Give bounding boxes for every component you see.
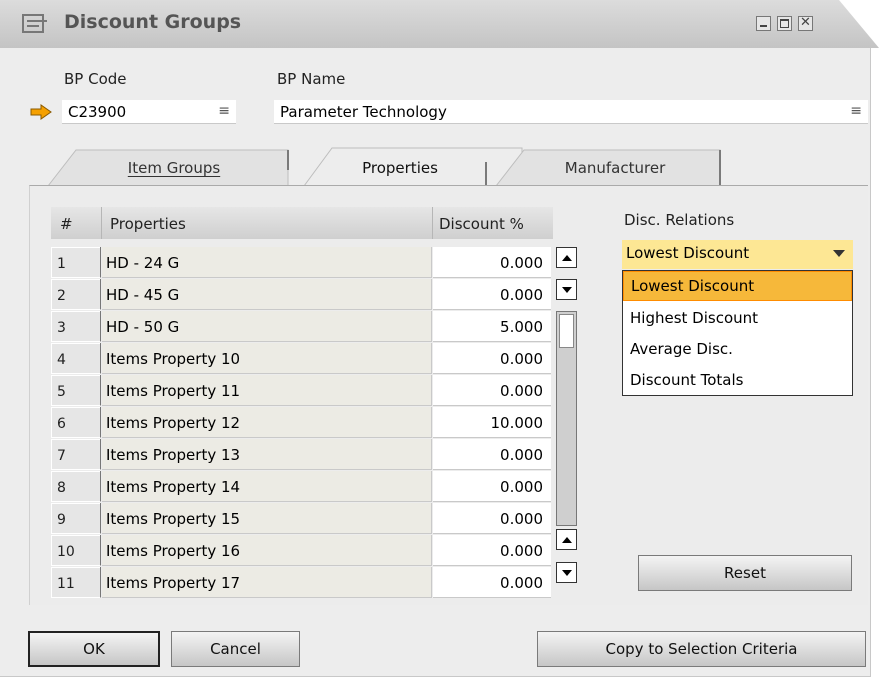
cancel-button-label: Cancel <box>210 640 261 658</box>
row-number[interactable]: 2 <box>51 279 101 310</box>
bp-name-label: BP Name <box>277 70 346 88</box>
row-number[interactable]: 1 <box>51 247 101 278</box>
property-cell[interactable]: Items Property 17 <box>102 567 432 598</box>
dropdown-option-lowest[interactable]: Lowest Discount <box>623 271 852 301</box>
table-row[interactable]: 8 Items Property 14 0.000 <box>51 471 553 503</box>
scroll-down-button-2[interactable] <box>556 562 577 583</box>
tab-manufacturer-label: Manufacturer <box>564 159 666 177</box>
bp-name-value: Parameter Technology <box>280 103 447 121</box>
table-row[interactable]: 7 Items Property 13 0.000 <box>51 439 553 471</box>
bp-name-menu-icon[interactable]: ≡ <box>850 103 862 119</box>
discount-cell[interactable]: 0.000 <box>433 471 551 502</box>
property-cell[interactable]: Items Property 10 <box>102 343 432 374</box>
property-cell[interactable]: HD - 50 G <box>102 311 432 342</box>
row-number[interactable]: 4 <box>51 343 101 374</box>
header-properties[interactable]: Properties <box>102 207 433 239</box>
discount-cell[interactable]: 0.000 <box>433 503 551 534</box>
scroll-thumb[interactable] <box>559 314 574 348</box>
scroll-down-button[interactable] <box>556 279 577 300</box>
window-title: Discount Groups <box>64 11 242 33</box>
disc-relations-label: Disc. Relations <box>624 211 735 229</box>
table-row[interactable]: 3 HD - 50 G 5.000 <box>51 311 553 343</box>
row-number[interactable]: 3 <box>51 311 101 342</box>
close-button[interactable]: ✕ <box>798 16 813 31</box>
property-cell[interactable]: Items Property 16 <box>102 535 432 566</box>
reset-button-label: Reset <box>724 564 766 582</box>
header-discount[interactable]: Discount % <box>433 207 553 239</box>
discount-groups-window: Discount Groups ✕ BP Code BP Name C23900… <box>0 0 879 677</box>
bp-code-label: BP Code <box>64 70 127 88</box>
copy-button-label: Copy to Selection Criteria <box>605 640 798 658</box>
row-number[interactable]: 9 <box>51 503 101 534</box>
table-row[interactable]: 5 Items Property 11 0.000 <box>51 375 553 407</box>
row-number[interactable]: 10 <box>51 535 101 566</box>
bp-code-field[interactable]: C23900 ≡ <box>62 100 236 124</box>
table-row[interactable]: 6 Items Property 12 10.000 <box>51 407 553 439</box>
property-cell[interactable]: HD - 24 G <box>102 247 432 278</box>
tab-item-groups-label: Item Groups <box>127 159 221 177</box>
scroll-up-button[interactable] <box>556 247 577 268</box>
discount-cell[interactable]: 0.000 <box>433 247 551 278</box>
row-number[interactable]: 5 <box>51 375 101 406</box>
minimize-button[interactable] <box>756 16 771 31</box>
scroll-up-icon <box>562 255 572 261</box>
ok-button[interactable]: OK <box>28 631 160 667</box>
reset-button[interactable]: Reset <box>638 555 852 591</box>
table-row[interactable]: 9 Items Property 15 0.000 <box>51 503 553 535</box>
disc-relations-value: Lowest Discount <box>626 244 750 262</box>
table-row[interactable]: 2 HD - 45 G 0.000 <box>51 279 553 311</box>
table-row[interactable]: 10 Items Property 16 0.000 <box>51 535 553 567</box>
bp-code-menu-icon[interactable]: ≡ <box>218 103 230 119</box>
disc-relations-combo[interactable]: Lowest Discount <box>622 240 853 269</box>
property-cell[interactable]: Items Property 12 <box>102 407 432 438</box>
row-number[interactable]: 8 <box>51 471 101 502</box>
title-bar-corner <box>839 0 879 48</box>
property-cell[interactable]: Items Property 13 <box>102 439 432 470</box>
tab-manufacturer[interactable]: Manufacturer <box>530 148 700 186</box>
scroll-down-icon <box>562 570 572 576</box>
table-row[interactable]: 11 Items Property 17 0.000 <box>51 567 553 599</box>
chevron-down-icon[interactable] <box>833 250 845 258</box>
discount-cell[interactable]: 0.000 <box>433 567 551 598</box>
tab-item-groups[interactable]: Item Groups <box>100 148 248 186</box>
row-number[interactable]: 11 <box>51 567 101 598</box>
copy-to-selection-criteria-button[interactable]: Copy to Selection Criteria <box>537 631 866 667</box>
disc-relations-dropdown: Lowest Discount Highest Discount Average… <box>622 270 853 396</box>
scroll-down-icon <box>562 287 572 293</box>
scroll-up-button-2[interactable] <box>556 529 577 550</box>
table-row[interactable]: 4 Items Property 10 0.000 <box>51 343 553 375</box>
tab-properties-label: Properties <box>362 159 438 177</box>
grid-scrollbar[interactable] <box>556 247 580 593</box>
property-cell[interactable]: Items Property 11 <box>102 375 432 406</box>
dropdown-option-average[interactable]: Average Disc. <box>623 334 852 364</box>
discount-cell[interactable]: 0.000 <box>433 279 551 310</box>
dropdown-option-highest[interactable]: Highest Discount <box>623 303 852 333</box>
window-form-icon <box>22 14 47 33</box>
grid-header: # Properties Discount % <box>51 207 553 239</box>
property-cell[interactable]: Items Property 15 <box>102 503 432 534</box>
discount-cell[interactable]: 0.000 <box>433 343 551 374</box>
table-row[interactable]: 1 HD - 24 G 0.000 <box>51 247 553 279</box>
discount-cell[interactable]: 10.000 <box>433 407 551 438</box>
link-arrow-icon[interactable] <box>30 104 52 120</box>
property-cell[interactable]: Items Property 14 <box>102 471 432 502</box>
tab-properties[interactable]: Properties <box>330 148 470 186</box>
property-cell[interactable]: HD - 45 G <box>102 279 432 310</box>
maximize-button[interactable] <box>777 16 792 31</box>
bp-code-value: C23900 <box>68 103 127 121</box>
scroll-up-icon <box>562 537 572 543</box>
scroll-track[interactable] <box>556 311 577 526</box>
discount-cell[interactable]: 5.000 <box>433 311 551 342</box>
ok-button-label: OK <box>83 640 105 658</box>
discount-cell[interactable]: 0.000 <box>433 375 551 406</box>
discount-cell[interactable]: 0.000 <box>433 439 551 470</box>
cancel-button[interactable]: Cancel <box>171 631 300 667</box>
bp-name-field[interactable]: Parameter Technology ≡ <box>274 100 868 124</box>
row-number[interactable]: 7 <box>51 439 101 470</box>
row-number[interactable]: 6 <box>51 407 101 438</box>
discount-cell[interactable]: 0.000 <box>433 535 551 566</box>
dropdown-option-totals[interactable]: Discount Totals <box>623 365 852 395</box>
header-num[interactable]: # <box>51 207 102 239</box>
title-bar[interactable]: Discount Groups ✕ <box>0 0 879 48</box>
